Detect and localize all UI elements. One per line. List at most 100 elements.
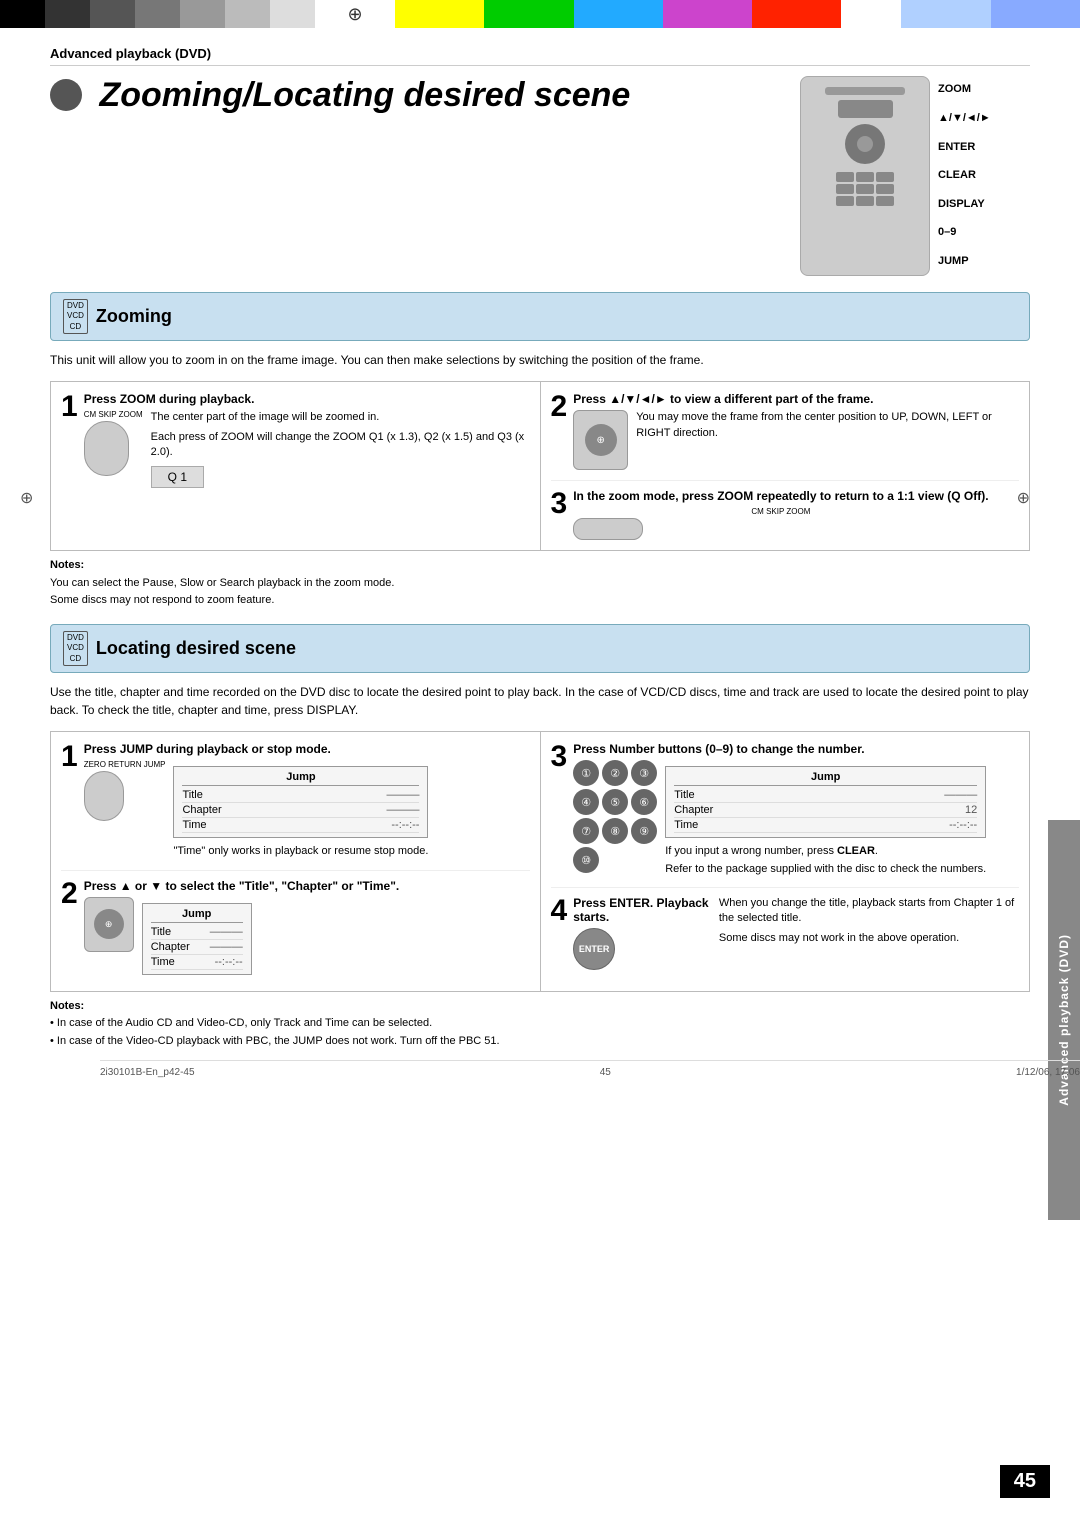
jt1-title: Jump bbox=[182, 771, 419, 786]
locating-title: Locating desired scene bbox=[96, 638, 296, 659]
title-bullet bbox=[50, 79, 82, 111]
jt3-row-time: Time --:--:-- bbox=[674, 818, 977, 833]
jt1-row-title: Title ——— bbox=[182, 788, 419, 803]
locating-note-2: • In case of the Video-CD playback with … bbox=[50, 1033, 1030, 1051]
locating-step4-note2: Some discs may not work in the above ope… bbox=[719, 931, 1019, 946]
remote-label-arrows: ▲/▼/◄/► bbox=[938, 110, 991, 128]
zooming-description: This unit will allow you to zoom in on t… bbox=[50, 351, 1030, 369]
zoom-step2-desc: You may move the frame from the center p… bbox=[636, 410, 1019, 470]
zooming-notes-title: Notes: bbox=[50, 559, 84, 571]
num-btn-10: ⑩ bbox=[573, 847, 599, 873]
num-btn-7: ⑦ bbox=[573, 818, 599, 844]
zoom-step2: 2 Press ▲/▼/◄/► to view a different part… bbox=[551, 392, 1020, 470]
locating-badge: DVDVCDCD bbox=[63, 631, 88, 666]
locating-note-1: • In case of the Audio CD and Video-CD, … bbox=[50, 1015, 1030, 1033]
zoom-step3-number: 3 bbox=[551, 489, 568, 519]
main-title-row: Zooming/Locating desired scene bbox=[50, 76, 1030, 276]
locating-step4-note1: When you change the title, playback star… bbox=[719, 896, 1019, 927]
remote-labels: ZOOM ▲/▼/◄/► ENTER CLEAR DISPLAY 0–9 JUM… bbox=[938, 76, 991, 276]
zoom-step2-title: Press ▲/▼/◄/► to view a different part o… bbox=[573, 392, 1019, 406]
zooming-notes: Notes: You can select the Pause, Slow or… bbox=[50, 557, 1030, 610]
jt3-row-chapter: Chapter 12 bbox=[674, 803, 977, 818]
num-btn-1: ① bbox=[573, 760, 599, 786]
page-number: 45 bbox=[1000, 1465, 1050, 1498]
locating-step2-number: 2 bbox=[61, 879, 78, 909]
zooming-note-2: Some discs may not respond to zoom featu… bbox=[50, 592, 1030, 610]
zooming-steps-row: 1 Press ZOOM during playback. CM SKIP ZO… bbox=[50, 381, 1030, 551]
zoom-steps-23: 2 Press ▲/▼/◄/► to view a different part… bbox=[541, 382, 1030, 550]
locating-section-header: DVDVCDCD Locating desired scene bbox=[50, 624, 1030, 673]
remote-illustration bbox=[800, 76, 930, 276]
zoom-step1: 1 Press ZOOM during playback. CM SKIP ZO… bbox=[51, 382, 541, 550]
locating-step1-icon-label: ZERO RETURN JUMP bbox=[84, 760, 166, 769]
locating-step1-number: 1 bbox=[61, 742, 78, 772]
locating-step1-icon: ZERO RETURN JUMP bbox=[84, 760, 166, 821]
jt3-title: Jump bbox=[674, 771, 977, 786]
num-btn-5: ⑤ bbox=[602, 789, 628, 815]
remote-label-enter: ENTER bbox=[938, 139, 991, 157]
jt2-row-time: Time --:--:-- bbox=[151, 955, 243, 970]
top-color-bar: ⊕ bbox=[0, 0, 1080, 28]
locating-section: DVDVCDCD Locating desired scene Use the … bbox=[50, 624, 1030, 1050]
jt2-row-chapter: Chapter ——— bbox=[151, 940, 243, 955]
num-btn-2: ② bbox=[602, 760, 628, 786]
jt2-title: Jump bbox=[151, 908, 243, 923]
num-btn-4: ④ bbox=[573, 789, 599, 815]
main-title-container: Zooming/Locating desired scene bbox=[50, 76, 630, 115]
number-buttons-grid: ① ② ③ ④ ⑤ ⑥ ⑦ ⑧ ⑨ ⑩ bbox=[573, 760, 657, 873]
footer-center: 45 bbox=[600, 1067, 611, 1078]
num-btn-6: ⑥ bbox=[631, 789, 657, 815]
locating-step3-number: 3 bbox=[551, 742, 568, 772]
zoom-step1-icon: CM SKIP ZOOM bbox=[84, 410, 143, 476]
zoom-step3-icon bbox=[573, 518, 643, 540]
locating-step1: 1 Press JUMP during playback or stop mod… bbox=[61, 742, 530, 859]
locating-description: Use the title, chapter and time recorded… bbox=[50, 683, 1030, 719]
remote-label-zoom: ZOOM bbox=[938, 81, 991, 99]
locating-step1-title: Press JUMP during playback or stop mode. bbox=[84, 742, 429, 756]
locating-step3-title: Press Number buttons (0–9) to change the… bbox=[573, 742, 1019, 756]
zoom-step3-icon-label: CM SKIP ZOOM bbox=[573, 507, 988, 516]
jt1-row-time: Time --:--:-- bbox=[182, 818, 419, 833]
remote-label-display: DISPLAY bbox=[938, 196, 991, 214]
main-title: Zooming/Locating desired scene bbox=[50, 76, 630, 115]
locating-right-col: 3 Press Number buttons (0–9) to change t… bbox=[541, 732, 1030, 990]
locating-step3-note2: Refer to the package supplied with the d… bbox=[665, 862, 986, 877]
crosshair-right: ⊕ bbox=[1017, 488, 1030, 508]
remote-label-09: 0–9 bbox=[938, 224, 991, 242]
locating-step2: 2 Press ▲ or ▼ to select the "Title", "C… bbox=[61, 870, 530, 981]
locating-step4-icon: ENTER bbox=[573, 928, 615, 970]
num-btn-9: ⑨ bbox=[631, 818, 657, 844]
locating-left-col: 1 Press JUMP during playback or stop mod… bbox=[51, 732, 541, 990]
clear-label: CLEAR bbox=[837, 845, 875, 857]
jt2-row-title: Title ——— bbox=[151, 925, 243, 940]
jt1-row-chapter: Chapter ——— bbox=[182, 803, 419, 818]
num-btn-8: ⑧ bbox=[602, 818, 628, 844]
locating-step2-jump-table: Jump Title ——— Chapter ——— bbox=[142, 903, 252, 975]
zoom-step3-title: In the zoom mode, press ZOOM repeatedly … bbox=[573, 489, 988, 503]
num-btn-3: ③ bbox=[631, 760, 657, 786]
remote-label-jump: JUMP bbox=[938, 253, 991, 271]
remote-label-clear: CLEAR bbox=[938, 167, 991, 185]
zooming-note-1: You can select the Pause, Slow or Search… bbox=[50, 575, 1030, 593]
locating-step4: 4 Press ENTER. Playback starts. ENTER Wh… bbox=[551, 887, 1020, 974]
locating-bottom-notes: Notes: • In case of the Audio CD and Vid… bbox=[50, 998, 1030, 1051]
zooming-section-header: DVDVCDCD Zooming bbox=[50, 292, 1030, 341]
zooming-section: DVDVCDCD Zooming This unit will allow yo… bbox=[50, 292, 1030, 610]
locating-steps-container: 1 Press JUMP during playback or stop mod… bbox=[50, 731, 1030, 991]
enter-icon-label: ENTER bbox=[579, 944, 610, 954]
remote-diagram: ZOOM ▲/▼/◄/► ENTER CLEAR DISPLAY 0–9 JUM… bbox=[800, 76, 1030, 276]
page-header: Advanced playback (DVD) bbox=[50, 38, 1030, 66]
zooming-title: Zooming bbox=[96, 306, 172, 327]
zoom-step2-icon: ⊕ bbox=[573, 410, 628, 470]
zoom-icon-label: CM SKIP ZOOM bbox=[84, 410, 143, 419]
locating-step3: 3 Press Number buttons (0–9) to change t… bbox=[551, 742, 1020, 877]
zoom-step3: 3 In the zoom mode, press ZOOM repeatedl… bbox=[551, 480, 1020, 540]
zoom-step1-number: 1 bbox=[61, 392, 78, 422]
header-title: Advanced playback (DVD) bbox=[50, 46, 211, 61]
locating-step4-title: Press ENTER. Playback starts. bbox=[573, 896, 711, 924]
zoom-step1-desc2: Each press of ZOOM will change the ZOOM … bbox=[151, 430, 530, 461]
locating-step3-note1: If you input a wrong number, press CLEAR… bbox=[665, 844, 986, 859]
crosshair-left: ⊕ bbox=[20, 488, 33, 508]
locating-step2-icon: ⊕ bbox=[84, 897, 134, 952]
locating-step4-number: 4 bbox=[551, 896, 568, 926]
